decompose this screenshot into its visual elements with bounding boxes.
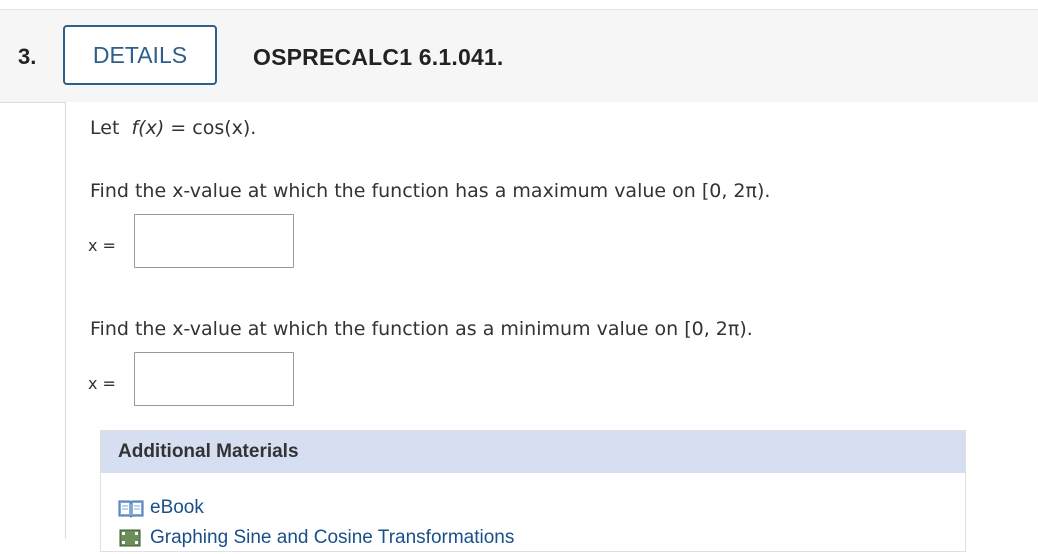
book-icon (118, 498, 144, 518)
function-expression: cos(x). (192, 117, 257, 139)
part2-answer-input[interactable] (134, 352, 294, 406)
question-body: Let f(x) = cos(x). Find the x-value at w… (65, 102, 1038, 552)
video-icon (118, 528, 144, 548)
part1-answer-input[interactable] (134, 214, 294, 268)
equals-sign: = (170, 117, 187, 139)
ebook-label: eBook (150, 497, 204, 518)
function-name: f(x) (131, 117, 165, 139)
video-link[interactable]: Graphing Sine and Cosine Transformations (118, 527, 514, 549)
question-number: 3. (18, 44, 37, 69)
part2-prompt: Find the x-value at which the function a… (90, 318, 753, 340)
function-definition: Let f(x) = cos(x). (90, 117, 256, 139)
additional-materials-panel: Additional Materials eBook Graphing Sine… (100, 430, 966, 552)
video-label: Graphing Sine and Cosine Transformations (150, 527, 515, 548)
question-header: 3. DETAILS OSPRECALC1 6.1.041. (0, 9, 1038, 103)
part2-variable-label: x = (88, 374, 116, 393)
part1-variable-label: x = (88, 236, 116, 255)
part1-prompt: Find the x-value at which the function h… (90, 180, 771, 202)
ebook-link[interactable]: eBook (118, 497, 204, 519)
additional-materials-title: Additional Materials (101, 431, 965, 473)
details-button[interactable]: DETAILS (63, 25, 217, 85)
let-label: Let (90, 117, 120, 139)
question-id: OSPRECALC1 6.1.041. (253, 44, 504, 70)
